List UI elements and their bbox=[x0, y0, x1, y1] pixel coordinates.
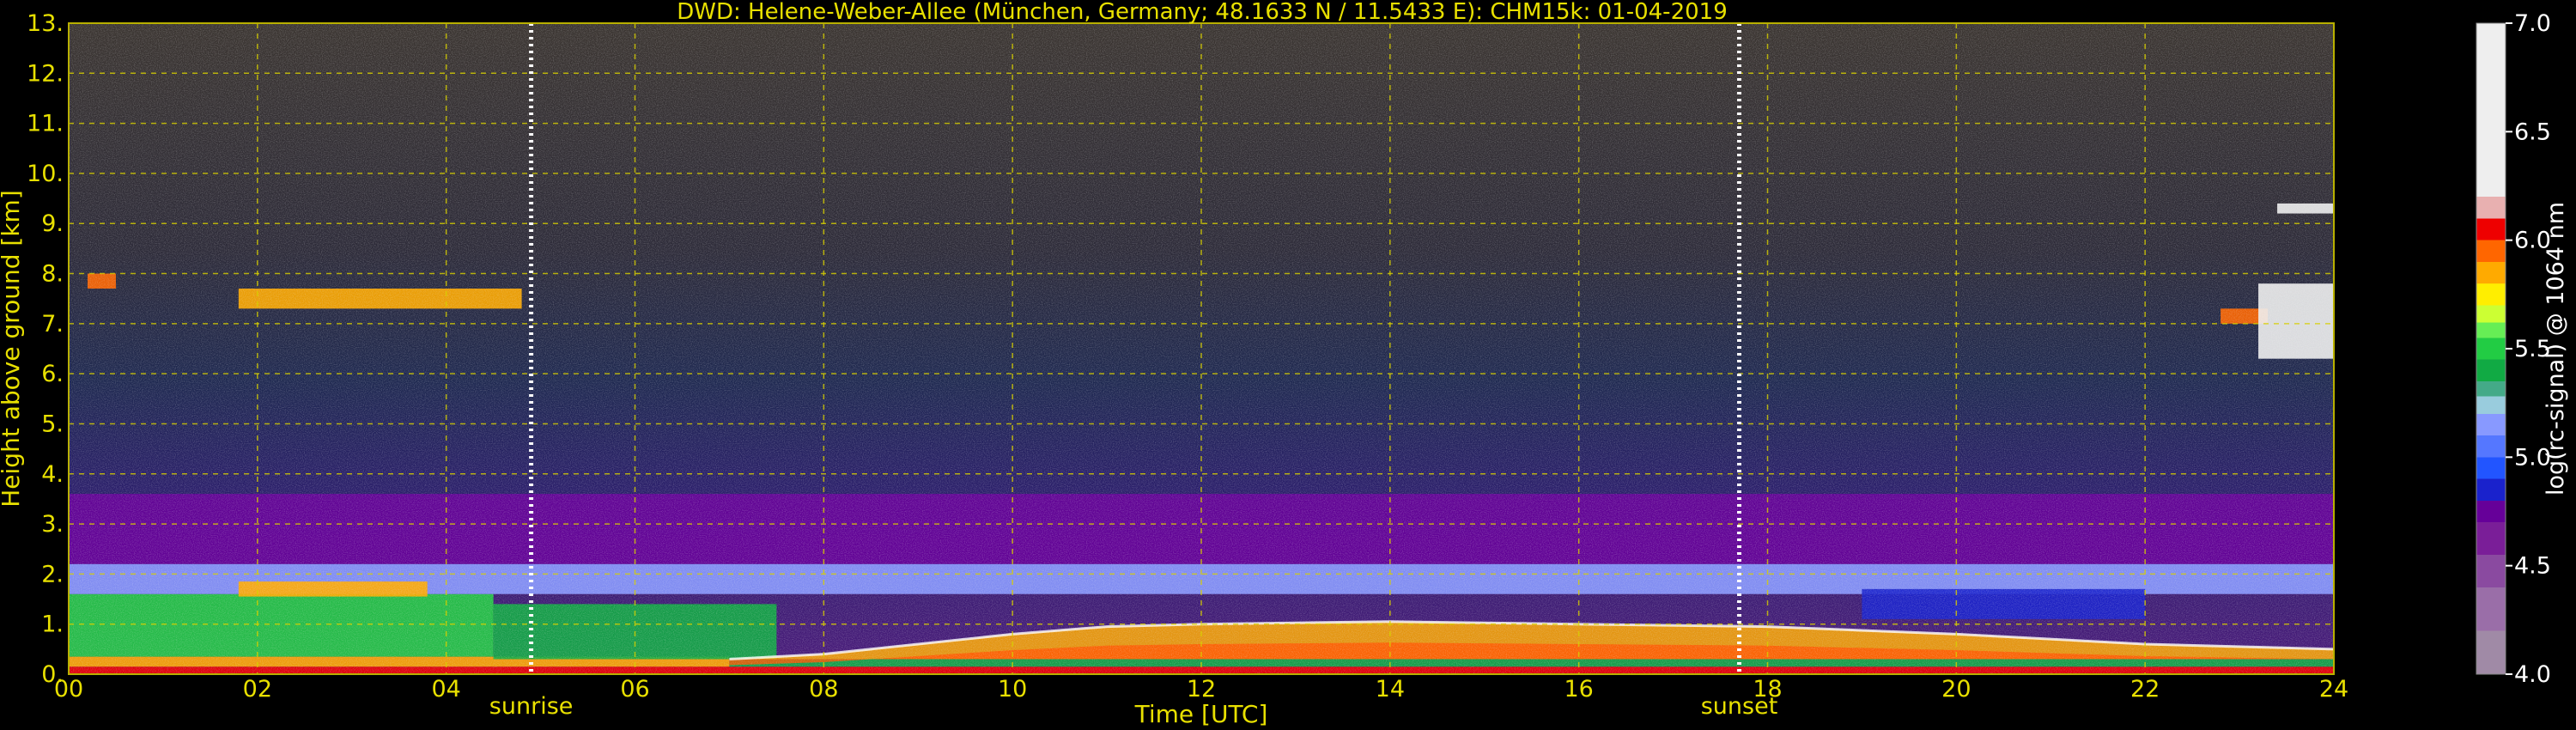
x-axis-label: Time [UTC] bbox=[1134, 700, 1268, 728]
chart-title: DWD: Helene-Weber-Allee (München, German… bbox=[677, 0, 1728, 25]
colorbar-tick-label: 6.5 bbox=[2514, 119, 2551, 145]
sunrise-label: sunrise bbox=[489, 693, 574, 720]
colorbar-tick-label: 4.5 bbox=[2514, 553, 2551, 580]
x-axis-ticks: 00 02 04 06 08 10 12 14 16 18 20 22 24 bbox=[54, 676, 2348, 703]
y-tick-label: 6. bbox=[41, 361, 64, 387]
x-tick-label: 00 bbox=[54, 676, 83, 703]
x-tick-label: 16 bbox=[1564, 676, 1593, 703]
x-tick-label: 24 bbox=[2319, 676, 2348, 703]
y-tick-label: 12. bbox=[27, 60, 64, 87]
x-tick-label: 06 bbox=[620, 676, 649, 703]
y-axis-ticks: 0.1.2.3.4.5.6.7.8.9.10.11.12.13. bbox=[27, 10, 64, 688]
ceilometer-chart: DWD: Helene-Weber-Allee (München, German… bbox=[0, 0, 2569, 728]
x-tick-label: 10 bbox=[998, 676, 1027, 703]
colorbar: 4.04.55.05.56.06.57.0 log(rc-signal) @ 1… bbox=[2476, 10, 2569, 688]
colorbar-tick-label: 7.0 bbox=[2514, 10, 2551, 37]
colorbar-tick-label: 4.0 bbox=[2514, 661, 2551, 688]
x-tick-label: 22 bbox=[2130, 676, 2160, 703]
colorbar-label: log(rc-signal) @ 1064 nm bbox=[2543, 202, 2569, 496]
x-tick-label: 14 bbox=[1376, 676, 1405, 703]
y-tick-label: 4. bbox=[41, 461, 64, 488]
y-tick-label: 8. bbox=[41, 261, 64, 288]
colorbar-scale bbox=[2476, 22, 2506, 675]
x-tick-label: 04 bbox=[431, 676, 460, 703]
y-tick-label: 3. bbox=[41, 511, 64, 538]
y-tick-label: 9. bbox=[41, 210, 64, 237]
y-axis-label: Height above ground [km] bbox=[0, 190, 25, 508]
x-tick-label: 02 bbox=[243, 676, 272, 703]
x-tick-label: 20 bbox=[1941, 676, 1971, 703]
x-tick-label: 12 bbox=[1187, 676, 1216, 703]
sunset-label: sunset bbox=[1701, 693, 1778, 720]
x-tick-label: 08 bbox=[809, 676, 838, 703]
y-tick-label: 1. bbox=[41, 611, 64, 638]
y-tick-label: 7. bbox=[41, 311, 64, 338]
plot-area bbox=[69, 23, 2334, 674]
y-tick-label: 10. bbox=[27, 161, 64, 187]
y-tick-label: 11. bbox=[27, 111, 64, 137]
y-tick-label: 5. bbox=[41, 411, 64, 437]
y-tick-label: 13. bbox=[27, 10, 64, 37]
y-tick-label: 2. bbox=[41, 561, 64, 587]
